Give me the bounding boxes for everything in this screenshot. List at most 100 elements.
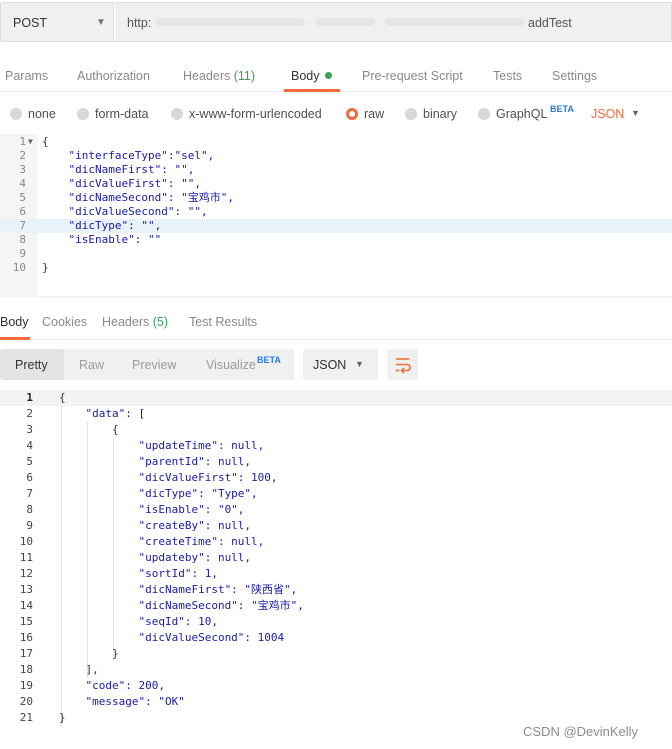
res-tab-body[interactable]: Body <box>0 315 29 329</box>
code-text: "data": [ <box>59 407 146 420</box>
code-text: "updateTime": null, <box>59 439 265 452</box>
wrap-lines-button[interactable] <box>387 349 418 380</box>
res-tab-headers-label: Headers <box>102 315 150 329</box>
code-text: "dicValueFirst": 100, <box>59 471 278 484</box>
line-number: 1 <box>19 135 26 148</box>
tab-settings[interactable]: Settings <box>552 69 597 83</box>
mode-preview[interactable]: Preview <box>132 358 176 372</box>
mode-raw[interactable]: Raw <box>79 358 104 372</box>
code-line: 11 "updateby": null, <box>0 550 672 566</box>
line-number: 20 <box>19 695 33 708</box>
response-format-label: JSON <box>313 358 347 372</box>
line-number: 10 <box>12 261 26 274</box>
chevron-down-icon: ▼ <box>96 17 106 28</box>
line-number: 19 <box>19 679 33 692</box>
line-number: 5 <box>26 455 33 468</box>
code-text: "isEnable": "" <box>42 233 162 246</box>
tab-params[interactable]: Params <box>5 69 48 83</box>
body-modified-dot <box>324 72 332 79</box>
line-number: 7 <box>19 219 26 232</box>
line-number: 1 <box>26 391 33 404</box>
request-body-editor[interactable]: 1 ▼ { 2 "interfaceType":"sel", 3 "dicNam… <box>0 134 672 297</box>
response-body-viewer[interactable]: 1 { 2 "data": [ 3 { 4 "updateTime": null… <box>0 390 672 730</box>
chevron-down-icon: ▼ <box>631 108 640 118</box>
url-redaction <box>155 15 527 33</box>
line-number: 11 <box>19 551 33 564</box>
fold-arrow-icon[interactable]: ▼ <box>28 135 33 149</box>
code-line: 10 } <box>0 261 672 275</box>
res-tab-cookies[interactable]: Cookies <box>42 315 87 329</box>
method-select[interactable]: POST ▼ <box>0 2 114 42</box>
code-text: "dicValueSecond": "", <box>42 205 208 218</box>
mode-visualize[interactable]: Visualize <box>206 358 256 372</box>
body-type-row: none form-data x-www-form-urlencoded raw… <box>0 100 672 130</box>
code-text: "parentId": null, <box>59 455 252 468</box>
code-line: 6 "dicValueFirst": 100, <box>0 470 672 486</box>
url-suffix: addTest <box>528 16 572 30</box>
radio-urlencoded[interactable] <box>171 108 183 120</box>
code-line: 7 "dicType": "Type", <box>0 486 672 502</box>
watermark: CSDN @DevinKelly <box>523 724 639 739</box>
chevron-down-icon: ▼ <box>355 359 364 369</box>
line-number: 7 <box>26 487 33 500</box>
code-text: { <box>42 135 49 148</box>
res-headers-count: (5) <box>152 315 169 329</box>
code-line: 6 "dicValueSecond": "", <box>0 205 672 219</box>
code-line: 3 "dicNameFirst": "", <box>0 163 672 177</box>
url-prefix: http: <box>127 16 152 30</box>
line-number: 16 <box>19 631 33 644</box>
code-line: 5 "parentId": null, <box>0 454 672 470</box>
code-line: 18 ], <box>0 662 672 678</box>
code-text: } <box>59 711 66 724</box>
radio-raw[interactable] <box>346 108 358 120</box>
mode-pretty[interactable]: Pretty <box>15 358 48 372</box>
res-tab-test-results[interactable]: Test Results <box>189 315 257 329</box>
url-input[interactable]: http: addTest <box>115 2 672 42</box>
tab-authorization[interactable]: Authorization <box>77 69 150 83</box>
radio-binary[interactable] <box>405 108 417 120</box>
code-text: "updateby": null, <box>59 551 252 564</box>
code-line: 19 "code": 200, <box>0 678 672 694</box>
code-text: "dicType": "", <box>42 219 162 232</box>
radio-form-data-label: form-data <box>95 107 149 121</box>
code-line: 4 "updateTime": null, <box>0 438 672 454</box>
line-number: 6 <box>19 205 26 218</box>
tab-headers[interactable]: Headers (11) <box>183 69 255 83</box>
code-line: 1 { <box>0 390 672 406</box>
code-text: "sortId": 1, <box>59 567 218 580</box>
radio-graphql[interactable] <box>478 108 490 120</box>
code-text: "code": 200, <box>59 679 165 692</box>
line-number: 14 <box>19 599 33 612</box>
radio-form-data[interactable] <box>77 108 89 120</box>
line-number: 9 <box>19 247 26 260</box>
line-number: 5 <box>19 191 26 204</box>
headers-count: (11) <box>233 69 256 83</box>
code-text: "dicType": "Type", <box>59 487 258 500</box>
line-number: 3 <box>19 163 26 176</box>
radio-graphql-label: GraphQL <box>496 107 548 121</box>
code-text: "createTime": null, <box>59 535 265 548</box>
line-number: 15 <box>19 615 33 628</box>
line-number: 8 <box>19 233 26 246</box>
code-line: 12 "sortId": 1, <box>0 566 672 582</box>
response-toolbar: Pretty Raw Preview Visualize BETA JSON ▼ <box>0 349 672 381</box>
code-text: "dicValueSecond": 1004 <box>59 631 285 644</box>
res-tab-headers[interactable]: Headers (5) <box>102 315 168 329</box>
code-text: "dicNameFirst": "", <box>42 163 195 176</box>
tab-body[interactable]: Body <box>291 69 332 83</box>
code-line: 15 "seqId": 10, <box>0 614 672 630</box>
code-text: "message": "OK" <box>59 695 185 708</box>
code-line: 9 "createBy": null, <box>0 518 672 534</box>
code-line: 10 "createTime": null, <box>0 534 672 550</box>
code-text: ], <box>59 663 99 676</box>
radio-none[interactable] <box>10 108 22 120</box>
code-text: "dicNameFirst": "陕西省", <box>59 583 298 596</box>
response-format-select[interactable]: JSON ▼ <box>303 349 378 380</box>
line-number: 4 <box>26 439 33 452</box>
tab-pre-request-script[interactable]: Pre-request Script <box>362 69 463 83</box>
code-line: 2 "interfaceType":"sel", <box>0 149 672 163</box>
body-format-select[interactable]: JSON <box>591 107 624 121</box>
view-mode-group: Pretty Raw Preview Visualize BETA <box>0 349 294 380</box>
code-line: 8 "isEnable": "" <box>0 233 672 247</box>
tab-tests[interactable]: Tests <box>493 69 522 83</box>
